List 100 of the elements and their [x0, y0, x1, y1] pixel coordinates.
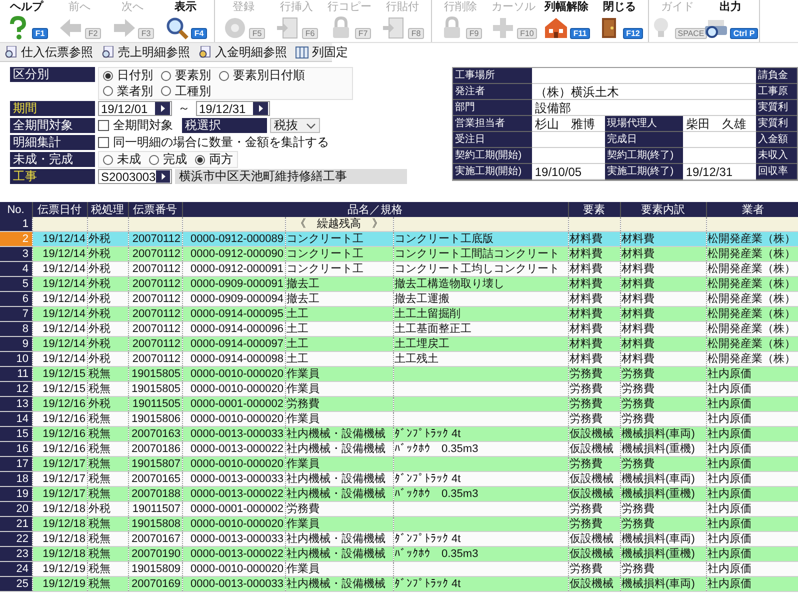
checkbox-option[interactable]: 同一明細の場合に数量・金額を集計する	[98, 135, 329, 150]
table-cell: 撤去工運搬	[394, 292, 450, 306]
table-row[interactable]: 15 19/12/16 税無 20070163 0000-0013-000033 社内機械・設備機械 ﾀﾞﾝﾌﾟﾄﾗｯｸ 4t 仮設機械 機械損料(車両) 社内原価	[0, 426, 798, 442]
field-label: 未成・完成	[10, 152, 95, 167]
table-row[interactable]: 21 19/12/18 税無 19015808 0000-0010-000020 作業員 労務費 労務費 社内原価	[0, 516, 798, 532]
table-cell: 材料費	[622, 247, 655, 260]
table-cell: 19/12/19	[42, 577, 86, 590]
table-cell: 社内機械・設備機械	[286, 547, 386, 560]
reference-button[interactable]: 仕入伝票参照	[0, 43, 97, 61]
table-row[interactable]: 3 19/12/14 外税 20070112 0000-0912-000090 コンクリート工 コンクリート工間詰コンクリート 材料費 材料費 松開発産業（株）	[0, 246, 798, 262]
radio-option[interactable]: 要素別日付順	[219, 68, 305, 83]
table-row[interactable]: 4 19/12/14 外税 20070112 0000-0912-000091 コンクリート工 コンクリート工均しコンクリート 材料費 材料費 松開発産業（株）	[0, 262, 798, 276]
table-cell: 19015808	[132, 517, 180, 530]
column-header[interactable]: 税処理	[87, 202, 128, 217]
table-cell: 0000-0013-000022	[190, 547, 284, 560]
radio-option[interactable]: 未成	[103, 152, 141, 167]
tax-dropdown[interactable]: 税抜	[270, 118, 320, 133]
table-cell: 労務費	[622, 382, 655, 396]
table-row[interactable]: 24 19/12/19 税無 19015809 0000-0010-000020 作業員 労務費 労務費 社内原価	[0, 562, 798, 576]
table-row[interactable]: 5 19/12/14 外税 20070112 0000-0909-000091 撤去工 撤去工構造物取り壊し 材料費 材料費 松開発産業（株）	[0, 276, 798, 292]
radio-option[interactable]: 両方	[195, 152, 233, 167]
table-cell: 税無	[88, 442, 110, 456]
carryover-label: 《 繰越残高 》	[295, 217, 383, 231]
table-row[interactable]: 14 19/12/16 税無 19015806 0000-0010-000020 作業員 労務費 労務費 社内原価	[0, 412, 798, 426]
table-cell: 外税	[88, 262, 110, 276]
table-cell: ﾊﾞｯｸﾎｳ 0.35m3	[394, 547, 478, 560]
date-field[interactable]: 19/12/01	[98, 101, 172, 116]
table-row[interactable]: 10 19/12/14 外税 20070112 0000-0914-000098 土工 土工残土 材料費 材料費 松開発産業（株）	[0, 352, 798, 366]
table-row[interactable]: 11 19/12/15 税無 19015805 0000-0010-000020 作業員 労務費 労務費 社内原価	[0, 366, 798, 382]
table-cell: 20070112	[132, 262, 180, 276]
toolbar-button[interactable]: 列幅解除 F11	[540, 0, 593, 42]
checkbox-option[interactable]: 全期間対象	[98, 118, 173, 133]
table-cell: 外税	[88, 232, 110, 246]
shortcut-key-badge: F10	[517, 28, 537, 39]
column-header[interactable]: No.	[0, 202, 32, 217]
project-code-field[interactable]: S2003003	[98, 169, 172, 184]
table-cell: 社内原価	[708, 547, 752, 560]
shortcut-key-badge: F3	[138, 28, 154, 39]
table-cell: 作業員	[286, 412, 320, 426]
table-row[interactable]: 16 19/12/16 税無 20070186 0000-0013-000022 社内機械・設備機械 ﾊﾞｯｸﾎｳ 0.35m3 仮設機械 機械損料(重機) 社内原価	[0, 442, 798, 456]
table-row[interactable]: 18 19/12/17 税無 20070165 0000-0013-000033 社内機械・設備機械 ﾀﾞﾝﾌﾟﾄﾗｯｸ 4t 仮設機械 機械損料(車両) 社内原価	[0, 472, 798, 486]
table-cell: 社内原価	[708, 517, 752, 530]
column-header[interactable]: 品名／規格	[182, 202, 568, 217]
radio-option[interactable]: 日付別	[103, 68, 153, 83]
table-cell: 機械損料(車両)	[622, 532, 695, 546]
table-row[interactable]: 9 19/12/14 外税 20070112 0000-0914-000097 土工 土工埋戻工 材料費 材料費 松開発産業（株）	[0, 336, 798, 352]
table-row[interactable]: 19 19/12/17 税無 20070188 0000-0013-000022 社内機械・設備機械 ﾊﾞｯｸﾎｳ 0.35m3 仮設機械 機械損料(重機) 社内原価	[0, 486, 798, 502]
table-row[interactable]: 12 19/12/15 税無 19015805 0000-0010-000020 作業員 労務費 労務費 社内原価	[0, 382, 798, 396]
table-row[interactable]: 17 19/12/17 税無 19015807 0000-0010-000020 作業員 労務費 労務費 社内原価	[0, 456, 798, 472]
lookup-button-icon[interactable]	[156, 170, 170, 183]
row-number: 2	[0, 232, 32, 246]
table-cell: 労務費	[570, 367, 603, 380]
table-cell: 19/12/14	[42, 352, 86, 366]
table-cell: 19/12/18	[42, 502, 86, 516]
reference-button[interactable]: 列固定	[291, 43, 352, 61]
table-cell: 松開発産業（株）	[708, 307, 796, 320]
toolbar-button[interactable]: 表示 F4	[159, 0, 212, 42]
table-cell: 社内原価	[708, 397, 752, 410]
column-header[interactable]: 要素内訳	[620, 202, 706, 217]
table-row[interactable]: 13 19/12/16 外税 19011505 0000-0001-000002 労務費 労務費 労務費 社内原価	[0, 396, 798, 412]
radio-option[interactable]: 要素別	[161, 68, 211, 83]
table-cell: 税無	[88, 487, 110, 500]
column-header[interactable]: 要素	[568, 202, 620, 217]
table-cell: ﾊﾞｯｸﾎｳ 0.35m3	[394, 442, 478, 456]
radio-option[interactable]: 業者別	[103, 84, 153, 98]
radio-option[interactable]: 完成	[149, 152, 187, 167]
table-cell: 20070112	[132, 352, 180, 366]
shortcut-key-badge: F8	[408, 28, 424, 39]
table-cell: 19/12/14	[42, 277, 86, 290]
toolbar-button[interactable]: ヘルプ F1	[0, 0, 53, 42]
row-number: 14	[0, 412, 32, 426]
info-label: 発注者	[452, 84, 532, 100]
table-row[interactable]: 8 19/12/14 外税 20070112 0000-0914-000096 土工 土工基面整正工 材料費 材料費 松開発産業（株）	[0, 322, 798, 336]
table-row[interactable]: 6 19/12/14 外税 20070112 0000-0909-000094 撤去工 撤去工運搬 材料費 材料費 松開発産業（株）	[0, 292, 798, 306]
table-cell: 0000-0914-000095	[190, 307, 284, 320]
table-row[interactable]: 22 19/12/18 税無 20070167 0000-0013-000033 社内機械・設備機械 ﾀﾞﾝﾌﾟﾄﾗｯｸ 4t 仮設機械 機械損料(車両) 社内原価	[0, 532, 798, 546]
table-row[interactable]: 25 19/12/19 税無 20070169 0000-0013-000033 社内機械・設備機械 ﾀﾞﾝﾌﾟﾄﾗｯｸ 4t 仮設機械 機械損料(車両) 社内原価	[0, 576, 798, 592]
right-arrow-icon	[111, 16, 138, 40]
table-row[interactable]: 20 19/12/18 外税 19011507 0000-0001-000002 労務費 労務費 労務費 社内原価	[0, 502, 798, 516]
reference-button[interactable]: 入金明細参照	[194, 43, 291, 61]
row-number: 22	[0, 532, 32, 546]
table-row[interactable]: 7 19/12/14 外税 20070112 0000-0914-000095 土工 土工土留掘削 材料費 材料費 松開発産業（株）	[0, 306, 798, 322]
table-row[interactable]: 2 19/12/14 外税 20070112 0000-0912-000089 コンクリート工 コンクリート工底版 材料費 材料費 松開発産業（株）	[0, 232, 798, 246]
column-header[interactable]: 伝票日付	[32, 202, 87, 217]
column-header[interactable]: 伝票番号	[128, 202, 182, 217]
table-cell: 仮設機械	[570, 577, 614, 590]
document-search-icon	[4, 46, 18, 58]
row-number: 4	[0, 262, 32, 276]
table-cell: 松開発産業（株）	[708, 262, 796, 276]
table-row[interactable]: 23 19/12/18 税無 20070190 0000-0013-000022 社内機械・設備機械 ﾊﾞｯｸﾎｳ 0.35m3 仮設機械 機械損料(重機) 社内原価	[0, 546, 798, 562]
house-icon	[543, 16, 570, 40]
date-field[interactable]: 19/12/31	[196, 101, 270, 116]
column-header[interactable]: 業者	[706, 202, 798, 217]
table-cell: 19015806	[132, 412, 180, 426]
radio-option[interactable]: 工種別	[161, 84, 211, 98]
reference-button[interactable]: 売上明細参照	[97, 43, 194, 61]
lookup-button-icon[interactable]	[253, 102, 268, 115]
toolbar-button[interactable]: 閉じる F12	[593, 0, 646, 42]
lookup-button-icon[interactable]	[155, 102, 170, 115]
table-row[interactable]: 1 《 繰越残高 》	[0, 217, 798, 232]
